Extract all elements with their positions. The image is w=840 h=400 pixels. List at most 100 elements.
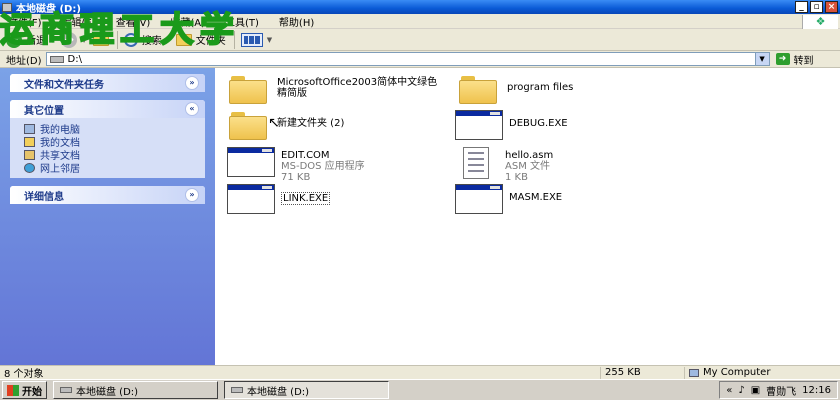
taskbar: 开始 本地磁盘 (D:) 本地磁盘 (D:) « ♪ ▣ 曹勋飞 12:16: [0, 379, 840, 400]
forward-dropdown-icon[interactable]: ▼: [81, 36, 86, 44]
back-label: 后退: [26, 36, 46, 47]
details-panel: 详细信息 »: [10, 186, 205, 204]
go-arrow-icon: ➜: [775, 53, 790, 65]
toolbar-separator: [233, 30, 235, 49]
task-label: 本地磁盘 (D:): [76, 386, 139, 398]
my-computer-icon: [24, 123, 35, 134]
folders-icon: [175, 33, 192, 46]
shared-documents-icon: [24, 149, 35, 160]
start-button[interactable]: 开始: [2, 381, 47, 399]
file-item-exe[interactable]: DEBUG.EXE: [455, 110, 568, 140]
title-bar: 本地磁盘 (D:) _ ▫ ×: [0, 0, 840, 15]
file-item-doc[interactable]: hello.asm ASM 文件 1 KB: [455, 147, 553, 183]
status-bar: 8 个对象 255 KB My Computer: [0, 365, 840, 380]
tray-expand-icon[interactable]: «: [726, 385, 732, 396]
file-type: MS-DOS 应用程序: [281, 161, 365, 172]
file-size: 71 KB: [281, 172, 311, 183]
place-network[interactable]: 网上邻居: [24, 161, 191, 175]
forward-button[interactable]: → ▼: [61, 31, 87, 48]
folder-icon: [229, 110, 269, 140]
address-label: 地址(D): [6, 55, 42, 67]
menu-edit[interactable]: 编辑(E): [62, 14, 96, 29]
file-type: ASM 文件: [505, 161, 550, 172]
forward-arrow-icon: →: [61, 31, 78, 48]
start-label: 开始: [22, 386, 42, 398]
other-places-list: 我的电脑 我的文档 共享文档 网上邻居: [10, 118, 205, 178]
text-file-icon: [463, 147, 489, 179]
place-label: 网上邻居: [40, 164, 80, 175]
file-name: program files: [507, 82, 574, 93]
menu-favorites[interactable]: 收藏(A): [170, 14, 205, 29]
status-location-text: My Computer: [703, 367, 771, 378]
file-name: MicrosoftOffice2003简体中文绿色精简版: [277, 77, 438, 99]
volume-icon[interactable]: ♪: [738, 385, 744, 396]
application-icon: [455, 184, 503, 214]
views-button[interactable]: ▼: [240, 32, 272, 47]
collapse-chevron-icon[interactable]: «: [185, 102, 199, 116]
file-item-exe[interactable]: EDIT.COM MS-DOS 应用程序 71 KB: [227, 147, 365, 183]
file-tasks-header[interactable]: 文件和文件夹任务 »: [10, 74, 205, 92]
windows-logo-icon: ❖: [802, 15, 838, 29]
file-name: DEBUG.EXE: [509, 118, 568, 129]
file-item-folder[interactable]: MicrosoftOffice2003简体中文绿色精简版: [229, 74, 449, 104]
expand-chevron-icon[interactable]: »: [185, 188, 199, 202]
back-dropdown-icon[interactable]: ▼: [50, 36, 55, 44]
other-places-panel: 其它位置 « 我的电脑 我的文档 共享文档 网上邻居: [10, 100, 205, 178]
details-title: 详细信息: [24, 191, 64, 203]
network-places-icon: [24, 162, 35, 173]
window-title: 本地磁盘 (D:): [16, 3, 81, 15]
file-tasks-title: 文件和文件夹任务: [24, 79, 104, 91]
search-icon: [123, 32, 138, 47]
up-folder-icon: [92, 33, 109, 46]
menu-file[interactable]: 文件(F): [8, 14, 42, 29]
drive-icon: [60, 387, 72, 393]
maximize-button[interactable]: ▫: [810, 1, 823, 13]
task-label: 本地磁盘 (D:): [247, 386, 310, 398]
details-header[interactable]: 详细信息 »: [10, 186, 205, 204]
file-name: 新建文件夹 (2): [277, 118, 345, 129]
clock: 12:16: [802, 384, 831, 396]
other-places-header[interactable]: 其它位置 «: [10, 100, 205, 118]
close-button[interactable]: ×: [825, 1, 838, 13]
file-item-folder[interactable]: program files: [459, 74, 573, 104]
menu-tools[interactable]: 工具(T): [225, 14, 259, 29]
application-icon: [227, 184, 275, 214]
minimize-button[interactable]: _: [795, 1, 808, 13]
ime-icon[interactable]: ▣: [751, 385, 760, 396]
back-button[interactable]: ← 后退 ▼: [6, 31, 55, 48]
folders-button[interactable]: 文件夹: [175, 32, 226, 47]
folders-label: 文件夹: [195, 36, 226, 47]
file-item-exe[interactable]: MASM.EXE: [455, 184, 562, 214]
windows-logo-icon: [7, 384, 19, 396]
drive-icon: [2, 2, 12, 12]
file-item-folder[interactable]: 新建文件夹 (2): [229, 110, 344, 140]
folder-icon: [459, 74, 499, 104]
drive-icon: [231, 387, 243, 393]
taskbar-window-button-active[interactable]: 本地磁盘 (D:): [224, 381, 389, 399]
views-dropdown-icon[interactable]: ▼: [267, 36, 272, 44]
tray-user-text: 曹勋飞: [766, 386, 797, 398]
file-name: EDIT.COM: [281, 150, 330, 161]
address-bar: 地址(D) D:\ ▼ ➜ 转到: [0, 51, 840, 68]
file-item-exe[interactable]: LINK.EXE: [227, 184, 331, 214]
address-dropdown-icon[interactable]: ▼: [754, 53, 769, 65]
views-icon: [240, 32, 263, 47]
address-input[interactable]: D:\ ▼: [45, 52, 770, 66]
file-list: MicrosoftOffice2003简体中文绿色精简版 program fil…: [215, 68, 840, 365]
folder-icon: [229, 74, 269, 104]
file-size: 1 KB: [505, 172, 528, 183]
menu-help[interactable]: 帮助(H): [279, 14, 314, 29]
up-folder-button[interactable]: [92, 33, 109, 46]
go-label: 转到: [793, 55, 814, 67]
file-name: LINK.EXE: [281, 192, 331, 205]
menu-view[interactable]: 查看(V): [116, 14, 151, 29]
status-location: My Computer: [684, 366, 840, 379]
system-tray: « ♪ ▣ 曹勋飞 12:16: [719, 381, 838, 399]
go-button[interactable]: ➜ 转到: [775, 52, 814, 67]
expand-chevron-icon[interactable]: »: [185, 76, 199, 90]
window-controls: _ ▫ ×: [795, 1, 838, 13]
back-arrow-icon: ←: [6, 31, 22, 48]
computer-icon: [689, 368, 699, 377]
taskbar-window-button[interactable]: 本地磁盘 (D:): [53, 381, 218, 399]
search-button[interactable]: 搜索: [123, 32, 162, 47]
